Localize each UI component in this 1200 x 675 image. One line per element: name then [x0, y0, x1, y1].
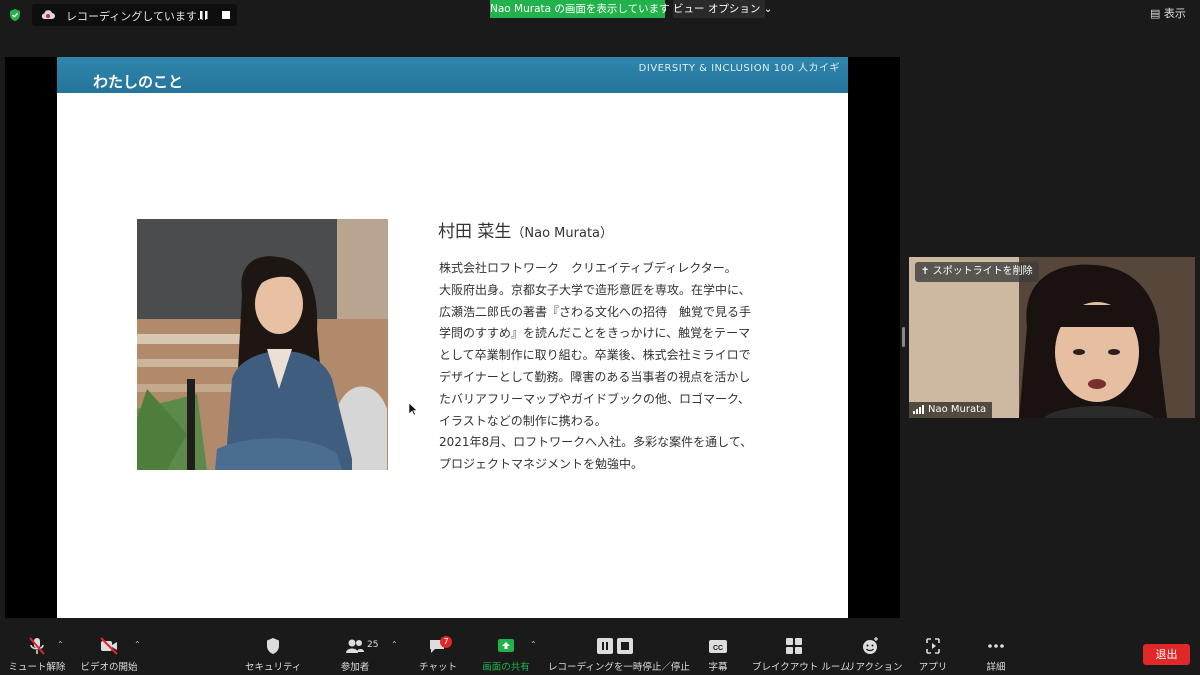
more-icon — [988, 644, 1004, 648]
resize-handle[interactable] — [901, 327, 906, 347]
presenter-name-romaji: （Nao Murata） — [511, 226, 614, 241]
bio-line: デザイナーとして勤務。障害のある当事者の視点を活かし — [439, 369, 751, 384]
bio-line: たバリアフリーマップやガイドブックの他、ロゴマーク、 — [439, 391, 750, 406]
participant-name: Nao Murata — [928, 404, 987, 415]
participants-count: 25 — [367, 640, 379, 650]
reactions-button[interactable]: リアクション — [846, 636, 903, 673]
bio-line: 2021年8月、ロフトワークへ入社。多彩な案件を通して、 — [439, 435, 753, 450]
share-screen-label: 画面の共有 — [482, 662, 530, 673]
pause-recording-icon[interactable] — [198, 9, 210, 21]
recording-status-text: レコーディングしています... — [66, 10, 208, 23]
view-options-button[interactable]: ビュー オプション ⌄ — [673, 0, 772, 18]
share-screen-icon — [498, 639, 514, 652]
top-bar: レコーディングしています... Nao Murata の画面を表示しています ビ… — [0, 0, 1200, 30]
breakout-rooms-label: ブレイクアウト ルーム — [752, 662, 850, 673]
presenter-name: 村田 菜生（Nao Murata） — [438, 217, 613, 242]
reactions-label: リアクション — [846, 662, 903, 673]
view-icon: ▤ — [1150, 7, 1161, 20]
stop-recording-icon[interactable] — [220, 9, 232, 21]
breakout-rooms-icon — [786, 638, 802, 654]
remove-spotlight-label: スポットライトを削除 — [932, 266, 1033, 277]
apps-icon — [926, 638, 940, 654]
chat-label: チャット — [419, 662, 457, 673]
share-screen-button[interactable]: 画面の共有 — [480, 636, 532, 673]
participants-options-caret[interactable]: ⌃ — [391, 640, 398, 649]
participant-video-tile[interactable]: ✝ スポットライトを削除 Nao Murata — [909, 257, 1195, 418]
cloud-recording-icon — [41, 10, 55, 19]
view-button[interactable]: ▤ 表示 — [1150, 5, 1186, 21]
presentation-slide: わたしのこと DIVERSITY & INCLUSION 100 人カイギ 村田… — [57, 57, 848, 618]
security-icon — [267, 638, 279, 654]
recording-indicator: レコーディングしています... — [32, 4, 237, 26]
video-off-icon — [100, 637, 118, 655]
security-button[interactable]: セキュリティ — [245, 636, 301, 673]
presenter-bio: 株式会社ロフトワーク クリエイティブディレクター。 大阪府出身。京都女子大学で造… — [439, 258, 779, 476]
bio-line: プロジェクトマネジメントを勉強中。 — [439, 457, 644, 472]
signal-strength-icon — [913, 404, 924, 414]
slide-brand: DIVERSITY & INCLUSION 100 人カイギ — [638, 63, 840, 74]
reactions-icon — [863, 637, 878, 654]
apps-label: アプリ — [918, 662, 948, 673]
apps-button[interactable]: アプリ — [916, 636, 950, 673]
pause-stop-recording-icon — [597, 638, 633, 654]
recording-controls-label: レコーディングを一時停止／停止 — [548, 662, 690, 673]
start-video-label: ビデオの開始 — [80, 662, 138, 673]
share-options-caret[interactable]: ⌃ — [530, 640, 537, 649]
slide-title: わたしのこと — [93, 73, 184, 91]
bio-line: 広瀬浩二郎氏の著書『さわる文化への招待 触覚で見る手 — [439, 304, 752, 319]
bio-line: 学問のすすめ』を読んだことをきっかけに、触覚をテーマ — [439, 326, 751, 341]
bio-line: イラストなどの制作に携わる。 — [439, 413, 607, 428]
muted-microphone-icon — [29, 637, 45, 655]
bio-line: 株式会社ロフトワーク クリエイティブディレクター。 — [439, 261, 737, 275]
chat-button[interactable]: チャット — [418, 636, 458, 673]
bio-line: として卒業制作に取り組む。卒業後、株式会社ミライロで — [439, 348, 751, 363]
participants-label: 参加者 — [340, 662, 370, 673]
mouse-cursor-icon — [408, 402, 418, 416]
remove-spotlight-button[interactable]: ✝ スポットライトを削除 — [915, 262, 1039, 282]
screen-share-banner: Nao Murata の画面を表示しています — [490, 0, 670, 18]
closed-caption-label: 字幕 — [708, 662, 728, 673]
svg-text:CC: CC — [713, 645, 723, 652]
start-video-button[interactable]: ビデオの開始 — [80, 636, 138, 673]
leave-button[interactable]: 退出 — [1143, 644, 1190, 665]
slide-header: わたしのこと DIVERSITY & INCLUSION 100 人カイギ — [57, 57, 848, 93]
recording-controls-button[interactable]: レコーディングを一時停止／停止 — [548, 636, 690, 673]
closed-caption-icon: CC — [709, 640, 727, 653]
unmute-label: ミュート解除 — [8, 662, 66, 673]
participant-name-tag: Nao Murata — [909, 402, 993, 418]
chat-unread-badge: 7 — [440, 636, 452, 648]
more-button[interactable]: 詳細 — [980, 636, 1012, 673]
security-label: セキュリティ — [245, 662, 302, 673]
profile-photo — [137, 219, 388, 470]
view-label: 表示 — [1163, 7, 1186, 20]
audio-options-caret[interactable]: ⌃ — [57, 640, 64, 649]
meeting-toolbar: ミュート解除 ⌃ ビデオの開始 ⌃ セキュリティ 参加者 25 ⌃ チャット 7 — [0, 630, 1200, 675]
video-options-caret[interactable]: ⌃ — [134, 640, 141, 649]
participants-icon — [346, 639, 364, 653]
more-label: 詳細 — [986, 662, 1006, 673]
bio-line: 大阪府出身。京都女子大学で造形意匠を専攻。在学中に、 — [439, 282, 751, 297]
closed-caption-button[interactable]: CC 字幕 — [700, 636, 736, 673]
breakout-rooms-button[interactable]: ブレイクアウト ルーム — [752, 636, 850, 673]
security-shield-icon[interactable] — [8, 8, 22, 22]
pin-icon: ✝ — [921, 266, 930, 277]
presenter-name-kanji: 村田 菜生 — [438, 222, 512, 242]
